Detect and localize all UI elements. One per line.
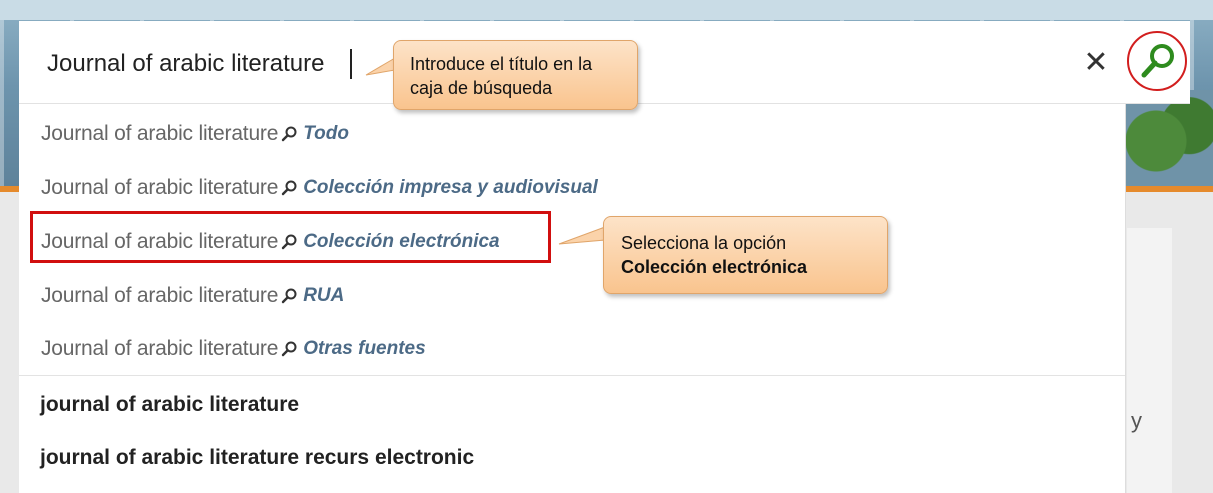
search-icon	[1141, 44, 1174, 78]
banner-sky	[0, 0, 1213, 20]
magnifier-icon	[281, 180, 297, 196]
suggestions-divider	[19, 375, 1125, 376]
clear-search-button[interactable]: ✕	[1080, 45, 1112, 81]
callout-pointer	[558, 226, 606, 245]
term-suggestion[interactable]: journal of arabic literature	[40, 393, 299, 417]
magnifier-icon	[281, 341, 297, 357]
suggestion-scope-todo[interactable]: Journal of arabic literature Todo	[41, 117, 1101, 151]
callout-search-box: Introduce el título en la caja de búsque…	[393, 40, 638, 110]
text-cursor	[350, 49, 352, 79]
magnifier-icon	[281, 126, 297, 142]
callout-select-option: Selecciona la opción Colección electróni…	[603, 216, 888, 294]
background-content-panel: y	[1127, 228, 1172, 493]
callout-select-option-line1: Selecciona la opción	[621, 233, 787, 253]
suggestion-scope-rua[interactable]: Journal of arabic literature RUA	[41, 279, 1101, 313]
suggestion-scope-otras[interactable]: Journal of arabic literature Otras fuent…	[41, 332, 1101, 366]
suggestion-query: Journal of arabic literature	[41, 176, 279, 199]
suggestion-scope-impresa[interactable]: Journal of arabic literature Colección i…	[41, 171, 1101, 205]
suggestion-query: Journal of arabic literature	[41, 122, 279, 145]
banner-trees	[1118, 90, 1213, 192]
suggestions-dropdown: Journal of arabic literature Todo Journa…	[19, 104, 1126, 493]
suggestion-query: Journal of arabic literature	[41, 284, 279, 307]
highlight-box-coleccion-electronica	[30, 211, 551, 263]
search-button[interactable]	[1127, 31, 1187, 91]
suggestion-query: Journal of arabic literature	[41, 337, 279, 360]
suggestion-scope-label: Colección impresa y audiovisual	[303, 177, 598, 198]
suggestion-scope-label: Todo	[303, 123, 349, 144]
suggestion-scope-label: Otras fuentes	[303, 338, 426, 359]
callout-search-box-text: Introduce el título en la caja de búsque…	[410, 54, 593, 98]
term-suggestion[interactable]: journal of arabic literature recurs elec…	[40, 446, 474, 470]
callout-select-option-line2: Colección electrónica	[621, 257, 808, 277]
magnifier-icon	[281, 288, 297, 304]
close-icon: ✕	[1083, 46, 1109, 79]
background-text-fragment: y	[1131, 408, 1142, 433]
suggestion-scope-label: RUA	[303, 285, 345, 306]
